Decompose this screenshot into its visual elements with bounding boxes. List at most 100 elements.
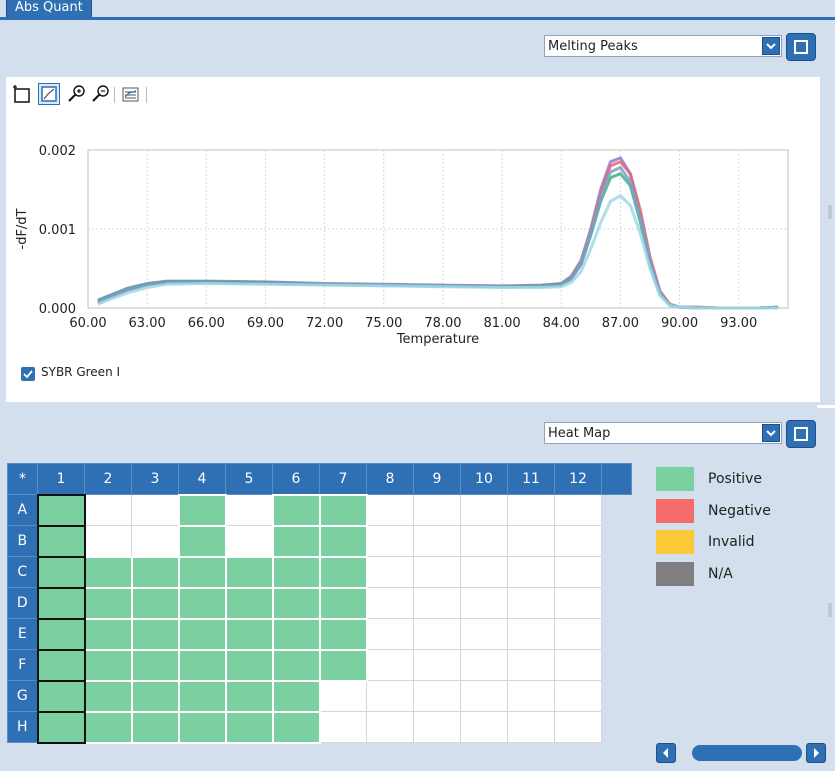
well-G11[interactable] <box>507 680 555 712</box>
well-F3[interactable] <box>130 648 180 682</box>
row-header-G[interactable]: G <box>7 680 38 712</box>
well-C5[interactable] <box>224 555 274 589</box>
well-B6[interactable] <box>271 524 321 558</box>
well-D12[interactable] <box>554 587 602 619</box>
well-E11[interactable] <box>507 618 555 650</box>
splitter-grip[interactable] <box>828 205 832 219</box>
well-C3[interactable] <box>130 555 180 589</box>
well-A3[interactable] <box>131 494 179 526</box>
well-F10[interactable] <box>460 649 508 681</box>
well-E4[interactable] <box>177 617 227 651</box>
well-D2[interactable] <box>83 586 133 620</box>
select-all-corner[interactable]: * <box>7 463 38 495</box>
well-C4[interactable] <box>177 555 227 589</box>
well-E5[interactable] <box>224 617 274 651</box>
well-F12[interactable] <box>554 649 602 681</box>
well-G8[interactable] <box>366 680 414 712</box>
well-G12[interactable] <box>554 680 602 712</box>
well-C1[interactable] <box>36 555 86 589</box>
well-B10[interactable] <box>460 525 508 557</box>
column-header-1[interactable]: 1 <box>37 463 85 495</box>
well-A1[interactable] <box>36 493 86 527</box>
row-header-C[interactable]: C <box>7 556 38 588</box>
row-header-A[interactable]: A <box>7 494 38 526</box>
well-E2[interactable] <box>83 617 133 651</box>
well-G7[interactable] <box>319 680 367 712</box>
column-header-12[interactable]: 12 <box>554 463 602 495</box>
column-header-8[interactable]: 8 <box>366 463 414 495</box>
well-F9[interactable] <box>413 649 461 681</box>
well-H9[interactable] <box>413 711 461 743</box>
well-H12[interactable] <box>554 711 602 743</box>
well-C2[interactable] <box>83 555 133 589</box>
well-E10[interactable] <box>460 618 508 650</box>
well-C10[interactable] <box>460 556 508 588</box>
well-B2[interactable] <box>84 525 132 557</box>
row-header-E[interactable]: E <box>7 618 38 650</box>
scroll-left-button[interactable] <box>656 743 676 763</box>
well-G10[interactable] <box>460 680 508 712</box>
well-H1[interactable] <box>36 710 86 744</box>
well-C12[interactable] <box>554 556 602 588</box>
well-A6[interactable] <box>271 493 321 527</box>
well-A9[interactable] <box>413 494 461 526</box>
column-header-9[interactable]: 9 <box>413 463 461 495</box>
well-H6[interactable] <box>271 710 321 744</box>
tab-abs-quant[interactable]: Abs Quant <box>6 0 92 18</box>
well-A10[interactable] <box>460 494 508 526</box>
well-H10[interactable] <box>460 711 508 743</box>
well-F7[interactable] <box>318 648 368 682</box>
row-header-B[interactable]: B <box>7 525 38 557</box>
well-A4[interactable] <box>177 493 227 527</box>
column-header-4[interactable]: 4 <box>178 463 226 495</box>
well-F4[interactable] <box>177 648 227 682</box>
column-header-3[interactable]: 3 <box>131 463 179 495</box>
plate-view-select[interactable]: Heat Map <box>544 422 782 444</box>
well-E9[interactable] <box>413 618 461 650</box>
well-C8[interactable] <box>366 556 414 588</box>
well-B5[interactable] <box>225 525 273 557</box>
well-D4[interactable] <box>177 586 227 620</box>
well-H8[interactable] <box>366 711 414 743</box>
scroll-thumb[interactable] <box>692 745 802 761</box>
well-E3[interactable] <box>130 617 180 651</box>
well-C11[interactable] <box>507 556 555 588</box>
row-header-F[interactable]: F <box>7 649 38 681</box>
well-D10[interactable] <box>460 587 508 619</box>
well-H5[interactable] <box>224 710 274 744</box>
well-D5[interactable] <box>224 586 274 620</box>
well-F2[interactable] <box>83 648 133 682</box>
chevron-down-icon[interactable] <box>762 424 780 442</box>
well-G4[interactable] <box>177 679 227 713</box>
well-B8[interactable] <box>366 525 414 557</box>
well-G2[interactable] <box>83 679 133 713</box>
row-header-H[interactable]: H <box>7 711 38 743</box>
panel-divider[interactable] <box>817 405 835 408</box>
well-D9[interactable] <box>413 587 461 619</box>
chart-view-select[interactable]: Melting Peaks <box>544 35 782 57</box>
maximize-plate-button[interactable] <box>786 420 816 448</box>
plate-horizontal-scrollbar[interactable] <box>656 743 826 763</box>
column-header-11[interactable]: 11 <box>507 463 555 495</box>
well-H7[interactable] <box>319 711 367 743</box>
well-F1[interactable] <box>36 648 86 682</box>
well-C7[interactable] <box>318 555 368 589</box>
column-header-6[interactable]: 6 <box>272 463 320 495</box>
well-B11[interactable] <box>507 525 555 557</box>
well-E12[interactable] <box>554 618 602 650</box>
scroll-right-button[interactable] <box>806 743 826 763</box>
well-E6[interactable] <box>271 617 321 651</box>
column-header-2[interactable]: 2 <box>84 463 132 495</box>
well-D7[interactable] <box>318 586 368 620</box>
well-C9[interactable] <box>413 556 461 588</box>
well-B9[interactable] <box>413 525 461 557</box>
well-B3[interactable] <box>131 525 179 557</box>
well-G1[interactable] <box>36 679 86 713</box>
well-E8[interactable] <box>366 618 414 650</box>
well-D11[interactable] <box>507 587 555 619</box>
well-E1[interactable] <box>36 617 86 651</box>
well-H2[interactable] <box>83 710 133 744</box>
well-F6[interactable] <box>271 648 321 682</box>
well-A11[interactable] <box>507 494 555 526</box>
column-header-7[interactable]: 7 <box>319 463 367 495</box>
